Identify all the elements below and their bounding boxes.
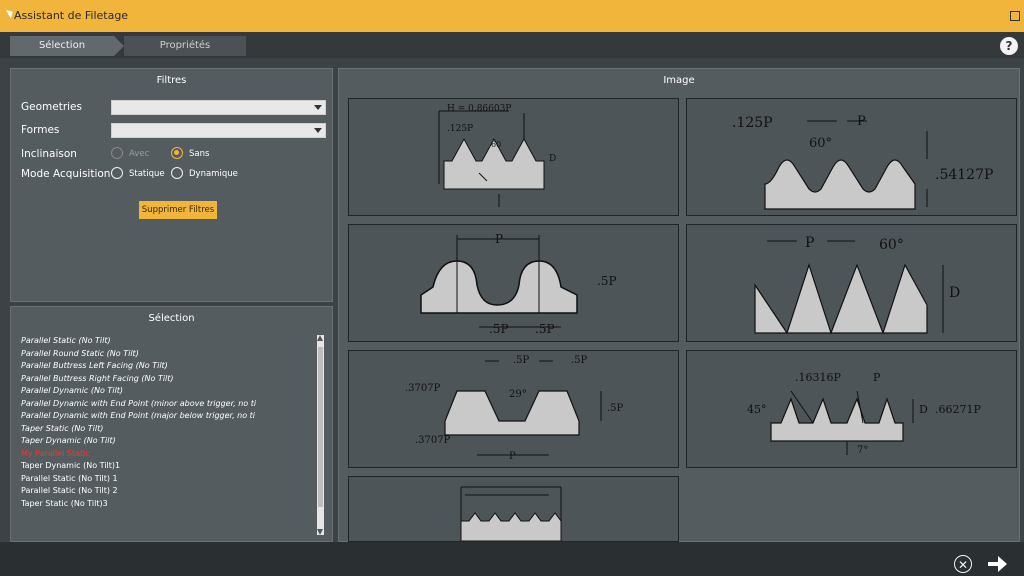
radio-dynamique[interactable] <box>171 167 183 179</box>
label-66271p: .66271P <box>935 403 981 416</box>
thread-image-sharp-v[interactable]: P 60° D <box>686 224 1017 342</box>
thread-diagram: H = 0.86603P .125P 60 D <box>438 104 556 207</box>
label-h: H = 0.86603P <box>447 104 511 114</box>
acquisition-label: Mode Acquisition <box>21 168 111 180</box>
list-item-highlighted[interactable]: My Parallel Static <box>21 448 311 461</box>
list-item[interactable]: Taper Static (No Tilt) <box>21 423 311 436</box>
label-p: P <box>495 232 503 246</box>
list-item[interactable]: Parallel Dynamic (No Tilt) <box>21 385 311 398</box>
list-item[interactable]: Parallel Round Static (No Tilt) <box>21 348 311 361</box>
thread-diagram: .16316P P 45° D .66271P 7° <box>747 371 981 456</box>
label-16316p: .16316P <box>795 371 841 384</box>
radio-sans-label: Sans <box>189 149 210 159</box>
selection-header: Sélection <box>148 313 195 324</box>
list-item[interactable]: Parallel Static (No Tilt) 1 <box>21 473 311 486</box>
label-60: 60 <box>491 140 501 149</box>
radio-sans[interactable] <box>171 147 183 159</box>
label-5p: .5P <box>597 274 617 288</box>
list-item[interactable]: Parallel Dynamic with End Point (minor a… <box>21 398 311 411</box>
title-bar: Assistant de Filetage <box>0 0 1024 32</box>
label-54127p: .54127P <box>935 167 993 183</box>
thread-image-round[interactable]: P .5P .5P .5P <box>348 224 679 342</box>
thread-diagram: .125P P 60° .54127P <box>732 114 993 210</box>
selection-panel: Sélection Parallel Static (No Tilt) Para… <box>10 306 333 542</box>
thread-image-buttress[interactable]: .16316P P 45° D .66271P 7° <box>686 350 1017 468</box>
geometry-dropdown[interactable] <box>111 100 326 115</box>
label-125p: .125P <box>732 115 773 131</box>
label-29deg: 29° <box>509 389 527 400</box>
label-5p: .5P <box>607 403 624 414</box>
tab-properties[interactable]: Propriétés <box>124 36 246 56</box>
radio-avec[interactable] <box>111 147 123 159</box>
tab-bar: Sélection Propriétés ? <box>0 32 1024 58</box>
forms-dropdown[interactable] <box>111 123 326 138</box>
label-p: P <box>873 371 881 384</box>
label-7deg: 7° <box>857 445 868 456</box>
label-d: D <box>549 154 556 164</box>
radio-statique[interactable] <box>111 167 123 179</box>
label-3707p: .3707P <box>415 435 451 446</box>
list-item[interactable]: Taper Dynamic (No Tilt) <box>21 435 311 448</box>
next-arrow-icon[interactable] <box>988 556 1007 572</box>
help-icon[interactable]: ? <box>1000 37 1018 55</box>
bottom-bar <box>0 542 1024 576</box>
maximize-icon[interactable] <box>1010 11 1020 21</box>
clear-filters-button[interactable]: Supprimer Filtres <box>139 201 217 219</box>
thread-diagram <box>460 486 562 542</box>
radio-statique-label: Statique <box>129 169 165 179</box>
inclination-label: Inclinaison <box>21 148 77 160</box>
scroll-thumb[interactable] <box>318 347 323 507</box>
label-5p: .5P <box>535 322 555 336</box>
radio-dynamique-label: Dynamique <box>189 169 238 179</box>
filters-panel: Filtres Geometries Formes Inclinaison Av… <box>10 68 333 302</box>
list-item[interactable]: Parallel Buttress Right Facing (No Tilt) <box>21 373 311 386</box>
thread-list: Parallel Static (No Tilt) Parallel Round… <box>21 335 311 510</box>
label-p: P <box>509 451 516 462</box>
images-panel: Image H = 0.86603P .125P 60 D .125P P 60… <box>338 68 1020 542</box>
tab-selection[interactable]: Sélection <box>10 36 124 56</box>
thread-image-parallel-static[interactable]: H = 0.86603P .125P 60 D <box>348 98 679 216</box>
label-5p: .5P <box>489 322 509 336</box>
label-p: P <box>805 235 814 251</box>
list-item[interactable]: Parallel Buttress Left Facing (No Tilt) <box>21 360 311 373</box>
list-item[interactable]: Parallel Static (No Tilt) 2 <box>21 485 311 498</box>
thread-image-taper[interactable] <box>348 476 679 542</box>
list-item[interactable]: Taper Static (No Tilt)3 <box>21 498 311 511</box>
label-p: P <box>857 114 866 129</box>
list-scrollbar[interactable] <box>317 335 324 535</box>
images-header: Image <box>663 75 695 86</box>
thread-diagram: P 60° D <box>754 235 960 335</box>
label-5p: .5P <box>571 355 588 366</box>
thread-image-trapezoidal[interactable]: .5P .5P .3707P 29° .5P .3707P P <box>348 350 679 468</box>
thread-image-60deg[interactable]: .125P P 60° .54127P <box>686 98 1017 216</box>
scroll-up-icon[interactable] <box>317 335 323 341</box>
label-d: D <box>919 403 928 416</box>
filters-header: Filtres <box>156 75 187 86</box>
label-5p: .5P <box>513 355 530 366</box>
geometry-label: Geometries <box>21 101 82 113</box>
window-title: Assistant de Filetage <box>14 9 129 22</box>
forms-label: Formes <box>21 124 60 136</box>
label-45deg: 45° <box>747 403 767 416</box>
label-60deg: 60° <box>809 136 832 151</box>
scroll-down-icon[interactable] <box>317 529 323 535</box>
list-item[interactable]: Parallel Dynamic with End Point (major b… <box>21 410 311 423</box>
label-125p: .125P <box>447 124 473 134</box>
thread-diagram: P .5P .5P .5P <box>420 232 617 336</box>
list-item[interactable]: Parallel Static (No Tilt) <box>21 335 311 348</box>
close-icon[interactable]: ✕ <box>954 555 972 573</box>
radio-avec-label: Avec <box>129 149 150 159</box>
thread-diagram: .5P .5P .3707P 29° .5P .3707P P <box>405 355 624 462</box>
label-60deg: 60° <box>879 237 904 253</box>
label-d: D <box>949 285 960 301</box>
label-3707p: .3707P <box>405 383 441 394</box>
list-item[interactable]: Taper Dynamic (No Tilt)1 <box>21 460 311 473</box>
